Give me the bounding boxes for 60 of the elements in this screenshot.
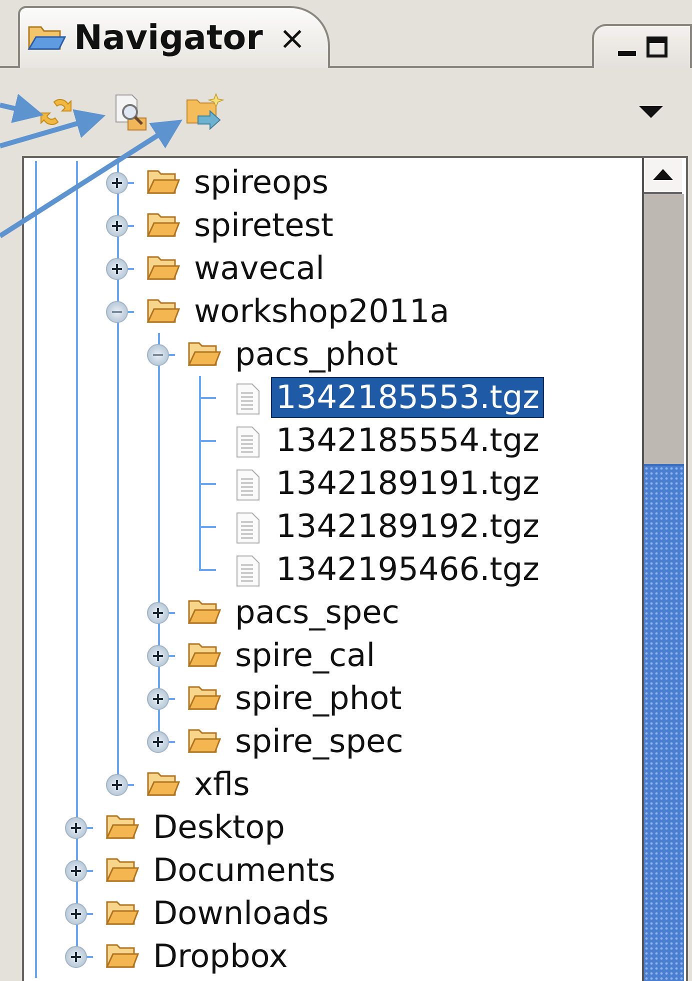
folder-icon bbox=[105, 813, 139, 841]
expand-toggle[interactable] bbox=[65, 817, 87, 839]
scroll-up-icon[interactable] bbox=[644, 158, 682, 194]
tree-item[interactable]: workshop2011a bbox=[190, 292, 454, 331]
tree-item[interactable]: Desktop bbox=[149, 808, 289, 847]
expand-toggle[interactable] bbox=[106, 774, 128, 796]
folder-icon bbox=[105, 942, 139, 970]
maximize-icon[interactable] bbox=[646, 35, 668, 59]
folder-icon bbox=[146, 168, 180, 196]
tree-item[interactable]: spiretest bbox=[190, 206, 338, 245]
view-menu-icon[interactable] bbox=[638, 104, 664, 120]
expand-toggle[interactable] bbox=[147, 688, 169, 710]
navigator-tab[interactable]: Navigator × bbox=[18, 6, 330, 68]
file-icon bbox=[235, 469, 261, 501]
tree-item[interactable]: wavecal bbox=[190, 249, 328, 288]
folder-arrow-icon[interactable] bbox=[184, 92, 226, 132]
expand-toggle[interactable] bbox=[147, 731, 169, 753]
expand-toggle[interactable] bbox=[106, 301, 128, 323]
folder-icon bbox=[187, 598, 221, 626]
folder-icon bbox=[146, 254, 180, 282]
expand-toggle[interactable] bbox=[106, 172, 128, 194]
tree-item[interactable]: spire_spec bbox=[231, 722, 408, 761]
tree-item[interactable]: spireops bbox=[190, 163, 333, 202]
tree-item[interactable]: Dropbox bbox=[149, 937, 292, 976]
folder-icon bbox=[146, 211, 180, 239]
expand-toggle[interactable] bbox=[65, 946, 87, 968]
folder-icon bbox=[187, 727, 221, 755]
folder-icon bbox=[105, 856, 139, 884]
expand-toggle[interactable] bbox=[65, 860, 87, 882]
expand-toggle[interactable] bbox=[65, 903, 87, 925]
tree-item[interactable]: 1342185554.tgz bbox=[272, 421, 544, 460]
scrollbar[interactable] bbox=[642, 158, 684, 981]
tree-item[interactable]: 1342189191.tgz bbox=[272, 464, 544, 503]
file-icon bbox=[235, 555, 261, 587]
folder-icon bbox=[146, 770, 180, 798]
file-icon bbox=[235, 383, 261, 415]
tree-item[interactable]: Documents bbox=[149, 851, 340, 890]
folder-icon bbox=[146, 297, 180, 325]
tree-item[interactable]: 1342195466.tgz bbox=[272, 550, 544, 589]
folder-icon bbox=[187, 641, 221, 669]
close-button[interactable]: × bbox=[278, 19, 306, 57]
tree-item[interactable]: pacs_spec bbox=[231, 593, 404, 632]
file-icon bbox=[235, 512, 261, 544]
expand-toggle[interactable] bbox=[106, 258, 128, 280]
folder-icon bbox=[187, 340, 221, 368]
folder-icon bbox=[187, 684, 221, 712]
tree-item[interactable]: Downloads bbox=[149, 894, 333, 933]
tab-title: Navigator bbox=[74, 18, 263, 58]
tree-item[interactable]: 1342189192.tgz bbox=[272, 507, 544, 546]
expand-toggle[interactable] bbox=[147, 645, 169, 667]
folder-icon bbox=[105, 899, 139, 927]
tree-item[interactable]: pacs_phot bbox=[231, 335, 402, 374]
expand-toggle[interactable] bbox=[147, 602, 169, 624]
tree-item[interactable]: spire_cal bbox=[231, 636, 380, 675]
expand-toggle[interactable] bbox=[147, 344, 169, 366]
tree-item[interactable]: spire_phot bbox=[231, 679, 406, 718]
file-icon bbox=[235, 426, 261, 458]
expand-toggle[interactable] bbox=[106, 215, 128, 237]
tree-item[interactable]: 1342185553.tgz bbox=[272, 378, 544, 417]
tree-item[interactable]: xfls bbox=[190, 765, 254, 804]
